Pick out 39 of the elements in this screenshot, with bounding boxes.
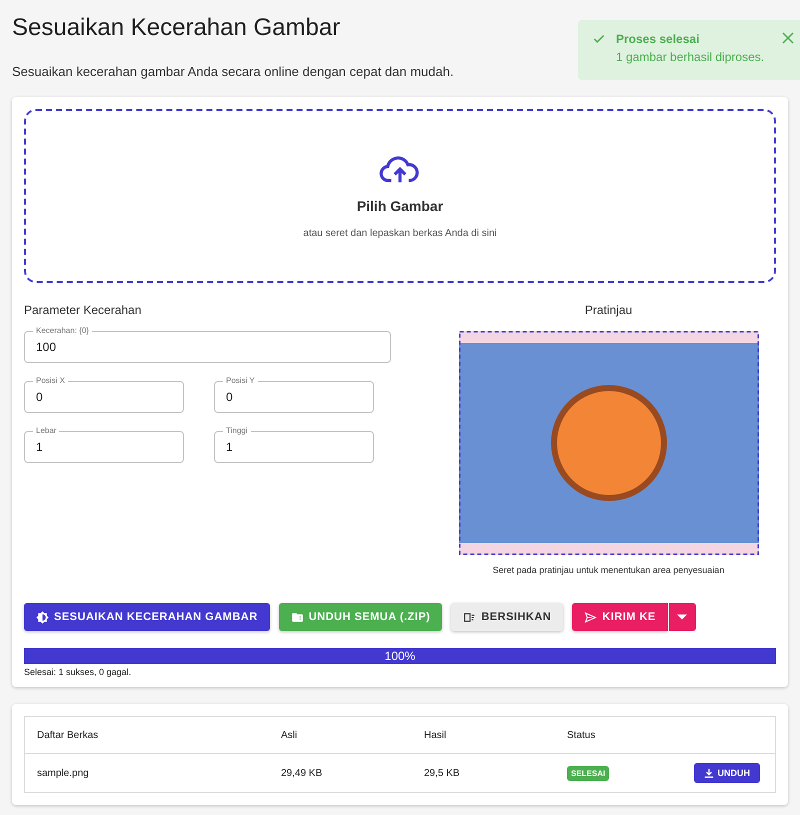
toast-title: Proses selesai bbox=[616, 32, 700, 46]
field-label: Posisi X bbox=[33, 376, 68, 385]
field-label: Lebar bbox=[33, 426, 60, 435]
page-title: Sesuaikan Kecerahan Gambar bbox=[12, 14, 340, 42]
status-badge: SELESAI bbox=[567, 766, 610, 780]
choose-image-label: Pilih Gambar bbox=[356, 198, 444, 214]
table-cell-text: 29,49 KB bbox=[281, 768, 324, 778]
section-heading: Parameter Kecerahan bbox=[24, 303, 142, 317]
progress-summary: Selesai: 1 sukses, 0 gagal. bbox=[24, 667, 132, 677]
column-header: Status bbox=[567, 730, 596, 740]
progress-label: 100% bbox=[384, 649, 416, 663]
caret-icon bbox=[677, 614, 688, 620]
column-header: Asli bbox=[281, 730, 298, 740]
download-button[interactable]: UNDUH bbox=[694, 763, 760, 783]
field-label: Kecerahan: {0} bbox=[33, 326, 92, 335]
column-header: Daftar Berkas bbox=[37, 730, 100, 740]
field-label: Tinggi bbox=[223, 426, 250, 435]
column-header: Hasil bbox=[424, 730, 448, 740]
clear-icon bbox=[463, 610, 476, 624]
action-button[interactable]: SESUAIKAN KECERAHAN GAMBAR bbox=[24, 603, 270, 631]
check-icon bbox=[592, 32, 606, 46]
preview-heading: Pratinjau bbox=[584, 303, 632, 317]
cloud-upload-icon bbox=[379, 154, 421, 186]
table-cell-text: sample.png bbox=[37, 768, 90, 778]
upload-dropzone[interactable]: Pilih Gambar atau seret dan lepaskan berkas Anda di sini bbox=[24, 109, 776, 283]
page-subtitle: Sesuaikan kecerahan gambar Anda secara online dengan cepat dan mudah. bbox=[12, 64, 455, 79]
download-icon bbox=[704, 768, 714, 778]
action-button[interactable]: KIRIM KE bbox=[572, 603, 668, 631]
send-icon bbox=[584, 610, 598, 624]
folder-icon bbox=[290, 610, 304, 624]
brightness-icon bbox=[36, 610, 49, 624]
toast-message: 1 gambar berhasil diproses. bbox=[616, 50, 764, 64]
dropzone-hint: atau seret dan lepaskan berkas Anda di sini bbox=[303, 228, 497, 238]
table-cell-text: 29,5 KB bbox=[424, 768, 461, 778]
close-icon[interactable] bbox=[782, 32, 794, 44]
preview-caption: Seret pada pratinjau untuk menentukan area penyesuaian bbox=[492, 565, 724, 575]
field-label: Posisi Y bbox=[223, 376, 258, 385]
dropdown-button[interactable] bbox=[668, 603, 696, 631]
action-button[interactable]: BERSIHKAN bbox=[451, 603, 564, 631]
